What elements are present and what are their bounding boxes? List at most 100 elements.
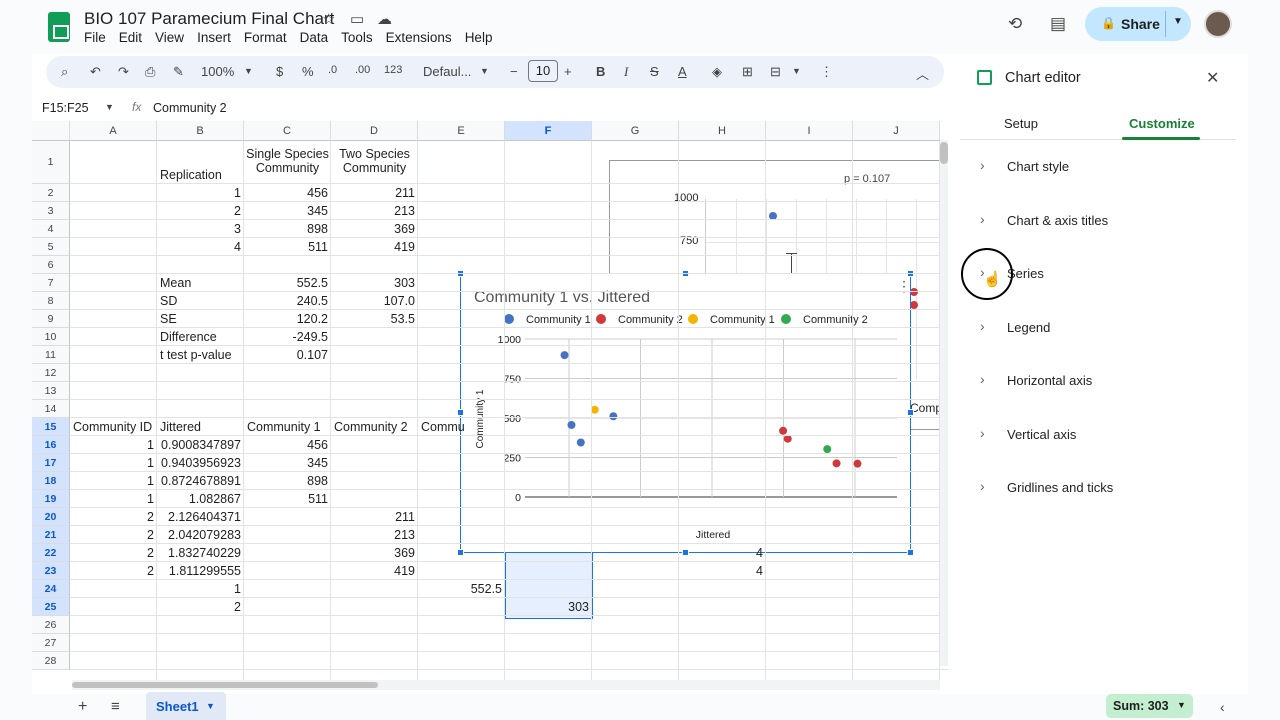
cell-a21[interactable]: 2 (70, 526, 157, 544)
resize-handle[interactable] (907, 409, 914, 416)
tab-setup[interactable]: Setup (1004, 116, 1038, 131)
cell-b15[interactable]: Jittered (157, 418, 244, 436)
cell-d3[interactable]: 213 (331, 202, 418, 220)
row-header[interactable]: 17 (32, 454, 70, 472)
row-header[interactable]: 6 (32, 256, 70, 274)
cell-c15[interactable]: Community 1 (244, 418, 331, 436)
row-header[interactable]: 9 (32, 310, 70, 328)
cell-d5[interactable]: 419 (331, 238, 418, 256)
cell-c4[interactable]: 898 (244, 220, 331, 238)
column-header[interactable]: J (853, 121, 940, 141)
history-icon[interactable]: ⟲ (1008, 14, 1022, 34)
cell-b10[interactable]: Difference (157, 328, 244, 346)
cell-a23[interactable]: 2 (70, 562, 157, 580)
column-header[interactable]: H (679, 121, 766, 141)
cell-c8[interactable]: 240.5 (244, 292, 331, 310)
spreadsheet-grid[interactable]: p = 0.107 1000 750 Comp Community 1 vs. … (32, 121, 948, 681)
cell-c3[interactable]: 345 (244, 202, 331, 220)
fill-color-icon[interactable]: ◈ (712, 64, 722, 80)
cell-c2[interactable]: 456 (244, 184, 331, 202)
cell-b1[interactable]: Replication (157, 166, 244, 184)
font-size-input[interactable]: 10 (528, 60, 558, 82)
column-header[interactable]: I (766, 121, 853, 141)
chart-menu-icon[interactable]: ⋮ (897, 278, 911, 295)
paint-format-icon[interactable]: ✎ (173, 64, 184, 80)
cell-c10[interactable]: -249.5 (244, 328, 331, 346)
cell-d8[interactable]: 107.0 (331, 292, 418, 310)
row-header[interactable]: 18 (32, 472, 70, 490)
cell-c11[interactable]: 0.107 (244, 346, 331, 364)
cell-a19[interactable]: 1 (70, 490, 157, 508)
formula-input[interactable]: Community 2 (153, 101, 227, 115)
cell-d4[interactable]: 369 (331, 220, 418, 238)
row-header[interactable]: 21 (32, 526, 70, 544)
row-header[interactable]: 19 (32, 490, 70, 508)
row-header[interactable]: 1 (32, 141, 70, 184)
row-header[interactable]: 24 (32, 580, 70, 598)
number-format-button[interactable]: 123 (384, 64, 402, 76)
cell-b18[interactable]: 0.8724678891 (157, 472, 244, 490)
increase-decimal-button[interactable]: .00 (355, 64, 370, 76)
print-icon[interactable]: ⎙ (145, 64, 155, 80)
scatter-chart[interactable]: Community 1 vs. Jittered Community 1 Commu… (460, 273, 911, 553)
cell-b21[interactable]: 2.042079283 (157, 526, 244, 544)
menu-help[interactable]: Help (465, 30, 493, 45)
doc-title[interactable]: BIO 107 Paramecium Final Chart (84, 9, 334, 29)
cell-h23[interactable]: 4 (679, 562, 766, 580)
column-header[interactable]: E (418, 121, 505, 141)
font-dropdown-icon[interactable]: ▼ (480, 66, 489, 76)
column-header[interactable]: C (244, 121, 331, 141)
tab-customize[interactable]: Customize (1129, 116, 1195, 131)
search-icon[interactable]: ⌕ (61, 64, 68, 80)
cell-c19[interactable]: 511 (244, 490, 331, 508)
cell-b20[interactable]: 2.126404371 (157, 508, 244, 526)
cell-b22[interactable]: 1.832740229 (157, 544, 244, 562)
row-header[interactable]: 7 (32, 274, 70, 292)
font-size-decrease[interactable]: − (510, 64, 518, 79)
row-header[interactable]: 14 (32, 400, 70, 418)
collapse-toolbar-icon[interactable]: ︿ (916, 64, 929, 83)
row-header[interactable]: 2 (32, 184, 70, 202)
menu-file[interactable]: File (84, 30, 106, 45)
cell-a15[interactable]: Community ID (70, 418, 157, 436)
cell-a20[interactable]: 2 (70, 508, 157, 526)
cell-c5[interactable]: 511 (244, 238, 331, 256)
cell-b7[interactable]: Mean (157, 274, 244, 292)
cell-b5[interactable]: 4 (157, 238, 244, 256)
name-box[interactable]: F15:F25 (42, 101, 89, 115)
vertical-scrollbar[interactable] (940, 140, 948, 666)
sheets-logo[interactable] (48, 12, 70, 42)
menu-edit[interactable]: Edit (119, 30, 142, 45)
cell-a17[interactable]: 1 (70, 454, 157, 472)
sum-dropdown-icon[interactable]: ▼ (1177, 700, 1186, 710)
cell-b23[interactable]: 1.811299555 (157, 562, 244, 580)
cell-d23[interactable]: 419 (331, 562, 418, 580)
column-header[interactable]: D (331, 121, 418, 141)
cell-d15[interactable]: Community 2 (331, 418, 418, 436)
column-header[interactable]: B (157, 121, 244, 141)
select-all-corner[interactable] (32, 121, 70, 141)
merge-dropdown-icon[interactable]: ▼ (792, 66, 801, 76)
merge-cells-icon[interactable]: ⊟ (770, 64, 781, 80)
cell-d22[interactable]: 369 (331, 544, 418, 562)
name-box-dropdown-icon[interactable]: ▼ (105, 102, 114, 112)
strikethrough-button[interactable]: S (650, 64, 659, 79)
menu-view[interactable]: View (155, 30, 184, 45)
comments-icon[interactable]: ▤ (1050, 14, 1066, 34)
row-header[interactable]: 8 (32, 292, 70, 310)
font-select[interactable]: Defaul... (423, 64, 471, 79)
row-header[interactable]: 16 (32, 436, 70, 454)
resize-handle[interactable] (907, 549, 914, 556)
cell-d1b[interactable]: Community (331, 159, 418, 177)
row-header[interactable]: 23 (32, 562, 70, 580)
currency-button[interactable]: $ (276, 64, 283, 79)
cell-e15[interactable]: Commu (418, 418, 505, 436)
row-header[interactable]: 15 (32, 418, 70, 436)
share-button[interactable]: 🔒 Share ▼ (1085, 7, 1191, 41)
sum-indicator[interactable]: Sum: 303 ▼ (1106, 694, 1193, 718)
decrease-decimal-button[interactable]: .0 (328, 64, 337, 76)
resize-handle[interactable] (457, 549, 464, 556)
horizontal-scrollbar[interactable] (72, 680, 940, 690)
cell-b3[interactable]: 2 (157, 202, 244, 220)
cell-f25[interactable]: 303 (505, 598, 592, 616)
